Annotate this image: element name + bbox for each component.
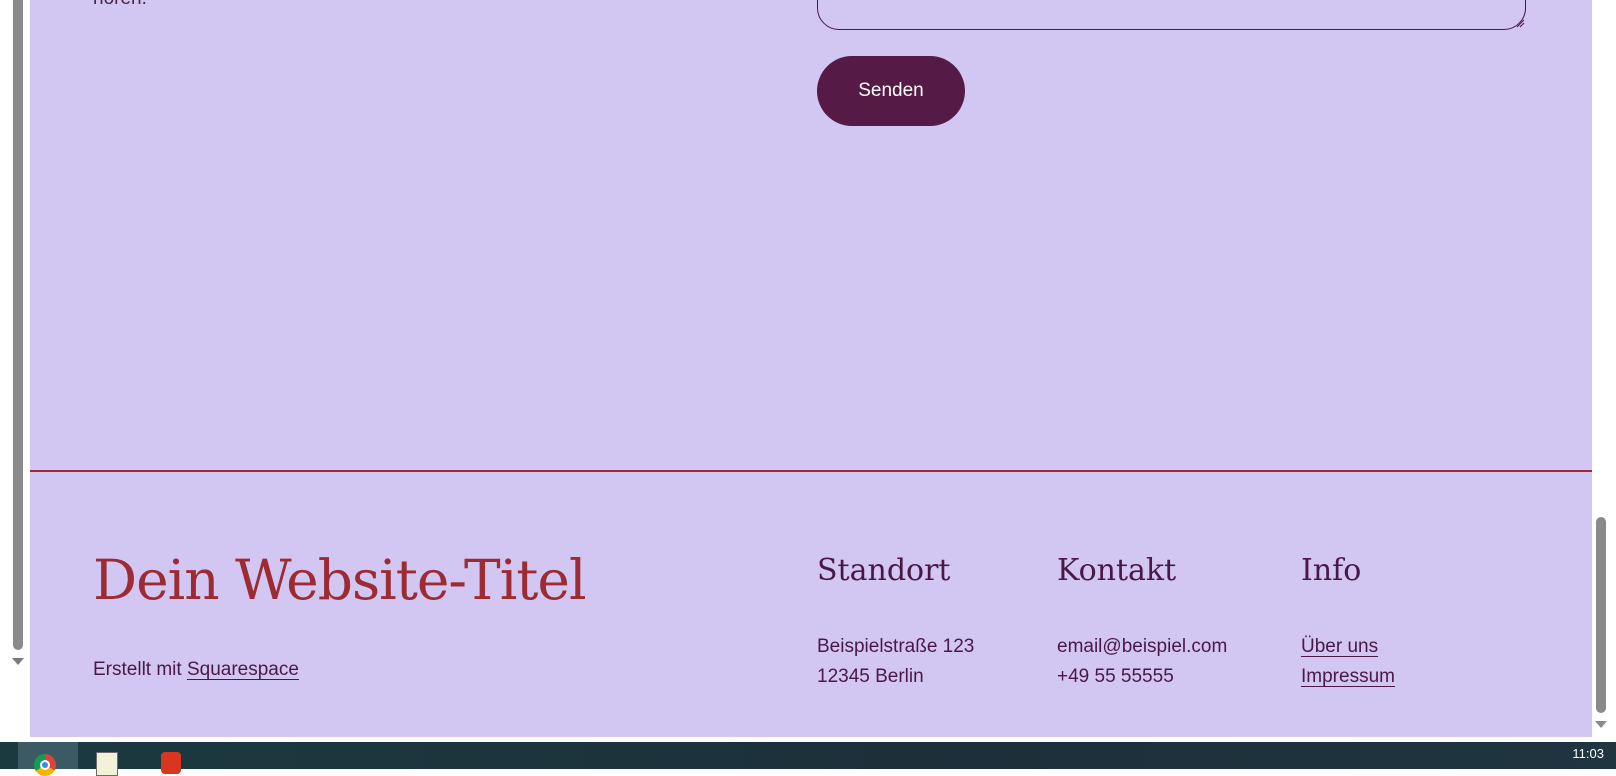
left-scroll-down-arrow-icon[interactable] [12, 658, 24, 665]
squarespace-link[interactable]: Squarespace [187, 659, 299, 680]
kontakt-heading: Kontakt [1057, 553, 1177, 588]
address-street: Beispielstraße 123 [817, 636, 975, 657]
contact-email: email@beispiel.com [1057, 636, 1228, 657]
contact-phone: +49 55 55555 [1057, 666, 1174, 687]
built-with-text: Erstellt mit Squarespace [93, 659, 299, 681]
info-link-item: Impressum [1301, 666, 1395, 688]
send-button[interactable]: Senden [817, 56, 965, 126]
impressum-link[interactable]: Impressum [1301, 666, 1395, 687]
right-scrollbar-thumb[interactable] [1596, 517, 1606, 713]
info-heading: Info [1301, 553, 1362, 588]
notepad-icon[interactable] [96, 752, 118, 776]
resize-grip-icon[interactable] [1515, 18, 1525, 28]
intro-text: hören. [93, 0, 147, 10]
built-with-prefix: Erstellt mit [93, 659, 182, 680]
right-scroll-down-arrow-icon[interactable] [1595, 721, 1607, 728]
taskbar-clock[interactable]: 11:03 [1572, 746, 1604, 761]
info-link-item: Über uns [1301, 636, 1378, 658]
message-textarea[interactable] [817, 0, 1526, 30]
site-title[interactable]: Dein Website-Titel [93, 548, 587, 612]
footer-divider [30, 470, 1592, 472]
left-scrollbar[interactable] [13, 0, 23, 650]
chrome-icon[interactable] [34, 754, 56, 776]
address-city: 12345 Berlin [817, 666, 924, 687]
standort-heading: Standort [817, 553, 951, 588]
page-content: hören. Senden Dein Website-Titel Erstell… [30, 0, 1592, 737]
taskbar [0, 742, 1616, 769]
ueber-uns-link[interactable]: Über uns [1301, 636, 1378, 657]
acrobat-icon[interactable] [161, 752, 181, 774]
